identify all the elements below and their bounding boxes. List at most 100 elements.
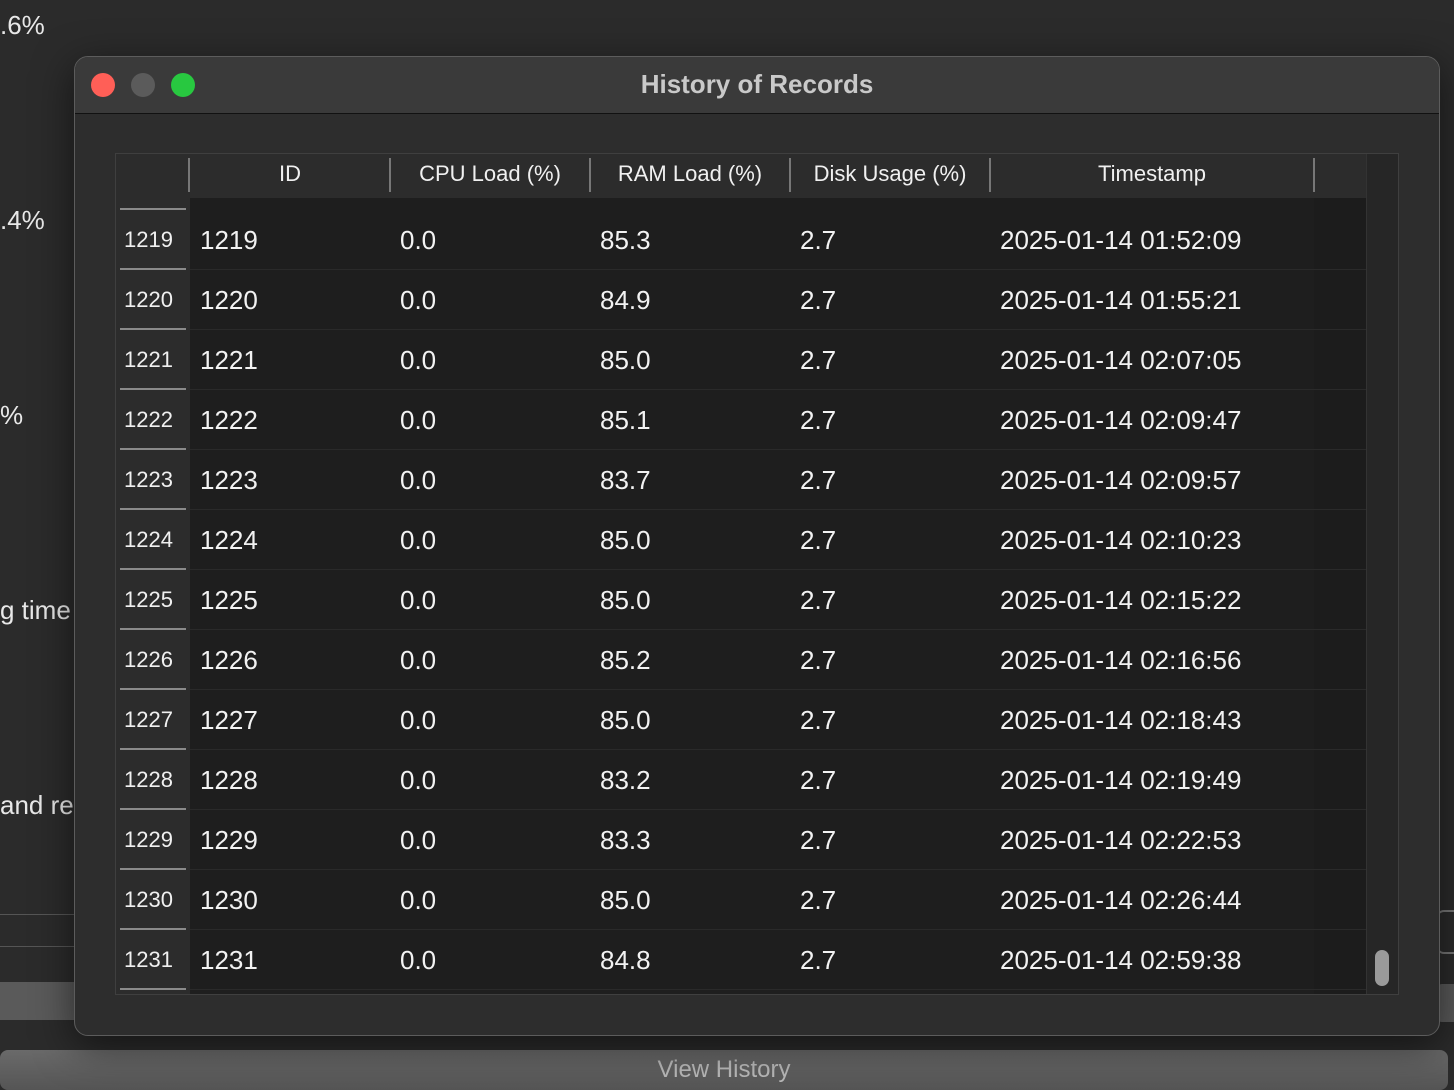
table-row[interactable]: 1219 1219 0.0 85.3 2.7 2025-01-14 01:52:09 bbox=[116, 210, 1366, 270]
table-cell-disk[interactable]: 2.7 bbox=[800, 270, 836, 330]
table-cell-disk[interactable]: 2.7 bbox=[800, 510, 836, 570]
row-header-number[interactable]: 1219 bbox=[116, 210, 190, 270]
table-cell-cpu[interactable]: 0.0 bbox=[400, 510, 436, 570]
table-cell-timestamp[interactable]: 2025-01-14 01:55:21 bbox=[1000, 270, 1241, 330]
row-header-number[interactable]: 1224 bbox=[116, 510, 190, 570]
row-header-number[interactable]: 1227 bbox=[116, 690, 190, 750]
table-cell-disk[interactable]: 2.7 bbox=[800, 930, 836, 990]
column-header-id[interactable]: ID bbox=[190, 154, 390, 198]
table-cell-id[interactable]: 1223 bbox=[200, 450, 258, 510]
vertical-scrollbar[interactable] bbox=[1366, 154, 1398, 994]
table-cell-timestamp[interactable]: 2025-01-14 01:52:09 bbox=[1000, 210, 1241, 270]
table-cell-cpu[interactable]: 0.0 bbox=[400, 810, 436, 870]
table-cell-timestamp[interactable]: 2025-01-14 02:09:57 bbox=[1000, 450, 1241, 510]
table-row[interactable]: 1224 1224 0.0 85.0 2.7 2025-01-14 02:10:23 bbox=[116, 510, 1366, 570]
table-cell-ram[interactable]: 83.7 bbox=[600, 450, 651, 510]
table-cell-timestamp[interactable]: 2025-01-14 02:15:22 bbox=[1000, 570, 1241, 630]
row-header-number[interactable]: 1220 bbox=[116, 270, 190, 330]
table-cell-id[interactable]: 1222 bbox=[200, 390, 258, 450]
row-header-number[interactable]: 1222 bbox=[116, 390, 190, 450]
table-cell-timestamp[interactable]: 2025-01-14 02:26:44 bbox=[1000, 870, 1241, 930]
table-cell-id[interactable]: 1226 bbox=[200, 630, 258, 690]
table-cell-cpu[interactable]: 0.0 bbox=[400, 750, 436, 810]
view-history-button[interactable]: View History bbox=[0, 1050, 1448, 1090]
table-cell-disk[interactable]: 2.7 bbox=[800, 570, 836, 630]
table-row[interactable]: 1228 1228 0.0 83.2 2.7 2025-01-14 02:19:49 bbox=[116, 750, 1366, 810]
table-row[interactable]: 1230 1230 0.0 85.0 2.7 2025-01-14 02:26:44 bbox=[116, 870, 1366, 930]
table-cell-ram[interactable]: 85.0 bbox=[600, 690, 651, 750]
table-cell-ram[interactable]: 84.9 bbox=[600, 270, 651, 330]
row-header-number[interactable]: 1230 bbox=[116, 870, 190, 930]
table-cell-ram[interactable]: 83.3 bbox=[600, 810, 651, 870]
table-cell-timestamp[interactable]: 2025-01-14 02:10:23 bbox=[1000, 510, 1241, 570]
table-cell-id[interactable]: 1228 bbox=[200, 750, 258, 810]
table-cell-cpu[interactable]: 0.0 bbox=[400, 630, 436, 690]
row-header-number[interactable]: 1221 bbox=[116, 330, 190, 390]
table-row[interactable]: 1225 1225 0.0 85.0 2.7 2025-01-14 02:15:22 bbox=[116, 570, 1366, 630]
table-cell-ram[interactable]: 85.2 bbox=[600, 630, 651, 690]
table-row[interactable]: 1227 1227 0.0 85.0 2.7 2025-01-14 02:18:43 bbox=[116, 690, 1366, 750]
table-cell-cpu[interactable]: 0.0 bbox=[400, 270, 436, 330]
row-header-number[interactable]: 1223 bbox=[116, 450, 190, 510]
title-bar[interactable]: History of Records bbox=[75, 57, 1439, 114]
table-cell-ram[interactable]: 84.8 bbox=[600, 930, 651, 990]
bg-button[interactable] bbox=[0, 982, 80, 1020]
table-cell-timestamp[interactable]: 2025-01-14 02:19:49 bbox=[1000, 750, 1241, 810]
table-cell-id[interactable]: 1224 bbox=[200, 510, 258, 570]
column-separator[interactable] bbox=[1313, 158, 1315, 192]
table-row[interactable]: 1221 1221 0.0 85.0 2.7 2025-01-14 02:07:05 bbox=[116, 330, 1366, 390]
table-cell-id[interactable]: 1220 bbox=[200, 270, 258, 330]
table-cell-cpu[interactable]: 0.0 bbox=[400, 450, 436, 510]
row-header-number[interactable]: 1229 bbox=[116, 810, 190, 870]
table-cell-id[interactable]: 1231 bbox=[200, 930, 258, 990]
table-row[interactable]: 1229 1229 0.0 83.3 2.7 2025-01-14 02:22:53 bbox=[116, 810, 1366, 870]
table-cell-cpu[interactable]: 0.0 bbox=[400, 870, 436, 930]
table-row[interactable]: 1231 1231 0.0 84.8 2.7 2025-01-14 02:59:38 bbox=[116, 930, 1366, 990]
table-cell-cpu[interactable]: 0.0 bbox=[400, 930, 436, 990]
table-cell-timestamp[interactable]: 2025-01-14 02:22:53 bbox=[1000, 810, 1241, 870]
close-button[interactable] bbox=[91, 73, 115, 97]
column-header-disk[interactable]: Disk Usage (%) bbox=[790, 154, 990, 198]
table-cell-id[interactable]: 1227 bbox=[200, 690, 258, 750]
minimize-button[interactable] bbox=[131, 73, 155, 97]
table-cell-id[interactable]: 1219 bbox=[200, 210, 258, 270]
table-cell-id[interactable]: 1221 bbox=[200, 330, 258, 390]
records-table[interactable]: ID CPU Load (%) RAM Load (%) Disk Usage … bbox=[115, 153, 1399, 995]
table-cell-disk[interactable]: 2.7 bbox=[800, 210, 836, 270]
table-cell-cpu[interactable]: 0.0 bbox=[400, 690, 436, 750]
table-row[interactable]: 1222 1222 0.0 85.1 2.7 2025-01-14 02:09:47 bbox=[116, 390, 1366, 450]
table-cell-disk[interactable]: 2.7 bbox=[800, 810, 836, 870]
table-cell-cpu[interactable]: 0.0 bbox=[400, 570, 436, 630]
table-cell-disk[interactable]: 2.7 bbox=[800, 750, 836, 810]
table-cell-ram[interactable]: 85.0 bbox=[600, 570, 651, 630]
table-cell-cpu[interactable]: 0.0 bbox=[400, 330, 436, 390]
table-cell-timestamp[interactable]: 2025-01-14 02:09:47 bbox=[1000, 390, 1241, 450]
maximize-button[interactable] bbox=[171, 73, 195, 97]
table-row[interactable]: 1226 1226 0.0 85.2 2.7 2025-01-14 02:16:56 bbox=[116, 630, 1366, 690]
table-cell-disk[interactable]: 2.7 bbox=[800, 450, 836, 510]
table-cell-disk[interactable]: 2.7 bbox=[800, 870, 836, 930]
table-cell-ram[interactable]: 85.1 bbox=[600, 390, 651, 450]
table-cell-timestamp[interactable]: 2025-01-14 02:16:56 bbox=[1000, 630, 1241, 690]
column-header-ram[interactable]: RAM Load (%) bbox=[590, 154, 790, 198]
table-cell-disk[interactable]: 2.7 bbox=[800, 630, 836, 690]
table-cell-cpu[interactable]: 0.0 bbox=[400, 390, 436, 450]
table-cell-id[interactable]: 1230 bbox=[200, 870, 258, 930]
row-header-number[interactable]: 1228 bbox=[116, 750, 190, 810]
row-header-number[interactable]: 1231 bbox=[116, 930, 190, 990]
column-header-timestamp[interactable]: Timestamp bbox=[990, 154, 1314, 198]
table-cell-ram[interactable]: 85.3 bbox=[600, 210, 651, 270]
table-cell-disk[interactable]: 2.7 bbox=[800, 330, 836, 390]
table-cell-timestamp[interactable]: 2025-01-14 02:18:43 bbox=[1000, 690, 1241, 750]
row-header-number[interactable]: 1225 bbox=[116, 570, 190, 630]
table-cell-timestamp[interactable]: 2025-01-14 02:59:38 bbox=[1000, 930, 1241, 990]
table-cell-timestamp[interactable]: 2025-01-14 02:07:05 bbox=[1000, 330, 1241, 390]
table-cell-id[interactable]: 1229 bbox=[200, 810, 258, 870]
row-header-number[interactable]: 1226 bbox=[116, 630, 190, 690]
table-cell-disk[interactable]: 2.7 bbox=[800, 690, 836, 750]
table-cell-disk[interactable]: 2.7 bbox=[800, 390, 836, 450]
table-cell-id[interactable]: 1225 bbox=[200, 570, 258, 630]
table-row[interactable]: 1223 1223 0.0 83.7 2.7 2025-01-14 02:09:57 bbox=[116, 450, 1366, 510]
column-header-cpu[interactable]: CPU Load (%) bbox=[390, 154, 590, 198]
table-cell-ram[interactable]: 85.0 bbox=[600, 330, 651, 390]
